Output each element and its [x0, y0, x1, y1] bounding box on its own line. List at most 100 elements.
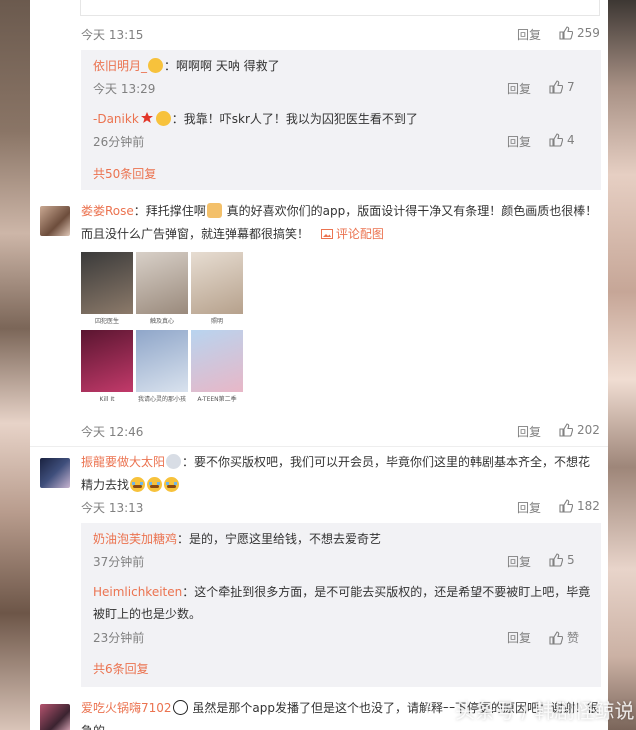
thumbnail[interactable]: 囚犯医生: [81, 252, 133, 328]
comment-body: 真的好喜欢你们的app，版面设计得干净又有条理！颜色画质也很棒！: [222, 204, 598, 218]
background-photo-left: [0, 0, 30, 730]
vip-badge-icon: [148, 58, 164, 73]
crying-emoji-icon: [147, 477, 163, 492]
avatar[interactable]: [40, 704, 70, 730]
image-icon: [320, 229, 333, 239]
poster-image: [191, 252, 243, 314]
poster-image: [191, 330, 243, 392]
sub-reply-user[interactable]: 奶油泡芙加糖鸡: [93, 532, 177, 546]
poster-image: [136, 252, 188, 314]
poster-image: [81, 330, 133, 392]
comment-text: 振龍要做大太阳 ：要不你买版权吧，我们可以开会员，毕竟你们这里的韩剧基本齐全，不想…: [81, 451, 601, 497]
sub-reply: Heimlichkeiten：这个牵扯到很多方面，是不可能去买版权的，还是希望不…: [93, 581, 593, 625]
thumbs-up-icon: [559, 499, 574, 513]
comment-image-grid[interactable]: 囚犯医生 触及真心 照明 Kill It 我请心灵的那小孩 A-TEEN第二季: [81, 252, 245, 416]
star-badge-icon: [140, 112, 153, 123]
sub-reply-user[interactable]: -Danikk: [93, 112, 139, 126]
more-replies-link[interactable]: 共50条回复: [93, 165, 156, 182]
sub-replies-box: 依旧明月_ ：啊啊啊 天呐 得救了 今天 13:29 回复 7 -Danikk ：我…: [81, 50, 601, 190]
sub-reply-meta: 23分钟前 回复 赞: [93, 629, 589, 647]
reply-button[interactable]: 回复: [517, 499, 541, 516]
sub-reply-text: ：啊啊啊 天呐 得救了: [164, 59, 280, 73]
sub-reply: -Danikk ：我靠！吓skr人了！我以为囚犯医生看不到了: [93, 108, 593, 130]
comment-meta: 今天 13:13 回复 182: [81, 499, 601, 517]
more-replies-link[interactable]: 共6条回复: [93, 660, 149, 677]
comment-body: 急的: [81, 724, 105, 730]
thumbs-up-icon: [549, 80, 564, 94]
like-button[interactable]: 182: [559, 499, 601, 513]
avatar[interactable]: [40, 458, 70, 488]
reply-button[interactable]: 回复: [517, 26, 541, 43]
thumbnail-caption: Kill It: [81, 393, 133, 406]
reply-button[interactable]: 回复: [507, 80, 531, 97]
sub-reply-text: ：我靠！吓skr人了！我以为囚犯医生看不到了: [171, 112, 418, 126]
comment-user[interactable]: 爱吃火锅嗨7102: [81, 701, 172, 715]
sub-reply: 依旧明月_ ：啊啊啊 天呐 得救了: [93, 55, 593, 77]
like-button[interactable]: 赞: [549, 629, 589, 646]
sub-reply: 奶油泡芙加糖鸡：是的，宁愿这里给钱，不想去爱奇艺: [93, 528, 593, 550]
sub-reply-user[interactable]: Heimlichkeiten: [93, 585, 182, 599]
thumbs-up-icon: [549, 553, 564, 567]
like-count: 5: [567, 553, 575, 567]
like-count: 7: [567, 80, 575, 94]
comment-image-link[interactable]: 评论配图: [320, 227, 384, 241]
like-count: 赞: [567, 631, 580, 645]
comment-time: 今天 12:46: [81, 425, 144, 439]
poster-image: [136, 330, 188, 392]
crying-emoji-icon: [164, 477, 180, 492]
comment-body: ：拜托撑住啊: [133, 204, 206, 218]
thumbs-up-icon: [549, 631, 564, 645]
like-button[interactable]: 4: [549, 133, 589, 147]
comment-body: 而且没什么广告弹窗，就连弹幕都很搞笑！: [81, 227, 310, 241]
divider: [30, 446, 608, 447]
comment-user[interactable]: 娄娄Rose: [81, 204, 134, 218]
previous-content-box: [80, 0, 600, 16]
like-button[interactable]: 202: [559, 423, 601, 437]
sub-reply-time: 今天 13:29: [93, 82, 156, 96]
thumbnail[interactable]: 我请心灵的那小孩: [136, 330, 188, 406]
thumbnail-caption: 触及真心: [136, 315, 188, 328]
comment-image-label: 评论配图: [335, 227, 384, 241]
thumbnail[interactable]: 触及真心: [136, 252, 188, 328]
avatar[interactable]: [40, 206, 70, 236]
sub-reply-text: ：这个牵扯到很多方面，是不可能去买版权的，还是希望不要被盯上吧，毕竟: [182, 585, 591, 599]
like-count: 182: [577, 499, 600, 513]
reply-button[interactable]: 回复: [507, 553, 531, 570]
like-button[interactable]: 5: [549, 553, 589, 567]
sub-reply-text: ：是的，宁愿这里给钱，不想去爱奇艺: [177, 532, 382, 546]
reply-button[interactable]: 回复: [517, 423, 541, 440]
like-button[interactable]: 259: [559, 26, 601, 40]
thumbs-up-icon: [549, 133, 564, 147]
comment-meta: 今天 13:15 回复 259: [81, 26, 601, 44]
background-photo-right: [608, 0, 636, 730]
comment-time: 今天 13:15: [81, 28, 144, 42]
comment-time: 今天 13:13: [81, 501, 144, 515]
comment-meta: 今天 12:46 回复 202: [81, 423, 601, 441]
like-count: 259: [577, 26, 600, 40]
crying-emoji-icon: [130, 477, 146, 492]
reply-button[interactable]: 回复: [507, 133, 531, 150]
comment-text: 娄娄Rose：拜托撑住啊 真的好喜欢你们的app，版面设计得干净又有条理！颜色画…: [81, 200, 601, 246]
sub-reply-time: 26分钟前: [93, 135, 145, 149]
comment-user[interactable]: 振龍要做大太阳: [81, 455, 165, 469]
thumbnail-caption: 照明: [191, 315, 243, 328]
thumbs-up-icon: [559, 423, 574, 437]
sub-reply-meta: 26分钟前 回复 4: [93, 133, 589, 151]
thumbs-up-icon: [559, 26, 574, 40]
thumbnail[interactable]: Kill It: [81, 330, 133, 406]
thumbnail[interactable]: 照明: [191, 252, 243, 328]
comment-panel: 今天 13:15 回复 259 依旧明月_ ：啊啊啊 天呐 得救了 今天 13:2…: [30, 0, 608, 730]
panda-emoji-icon: [172, 700, 188, 715]
thumbnail-caption: 我请心灵的那小孩: [136, 393, 188, 406]
watermark-logo-icon: [426, 697, 450, 721]
like-button[interactable]: 7: [549, 80, 589, 94]
like-count: 4: [567, 133, 575, 147]
sub-reply-user[interactable]: 依旧明月_: [93, 59, 147, 73]
comment-body: ：要不你买版权吧，我们可以开会员，毕竟你们这里的韩剧基本齐全，不想花: [182, 455, 591, 469]
reply-button[interactable]: 回复: [507, 629, 531, 646]
comment-body: 精力去找: [81, 478, 130, 492]
sub-reply-meta: 今天 13:29 回复 7: [93, 80, 589, 98]
vip-badge-icon: [155, 111, 171, 126]
thumbnail[interactable]: A-TEEN第二季: [191, 330, 243, 406]
sub-replies-box: 奶油泡芙加糖鸡：是的，宁愿这里给钱，不想去爱奇艺 37分钟前 回复 5 Heim…: [81, 523, 601, 687]
